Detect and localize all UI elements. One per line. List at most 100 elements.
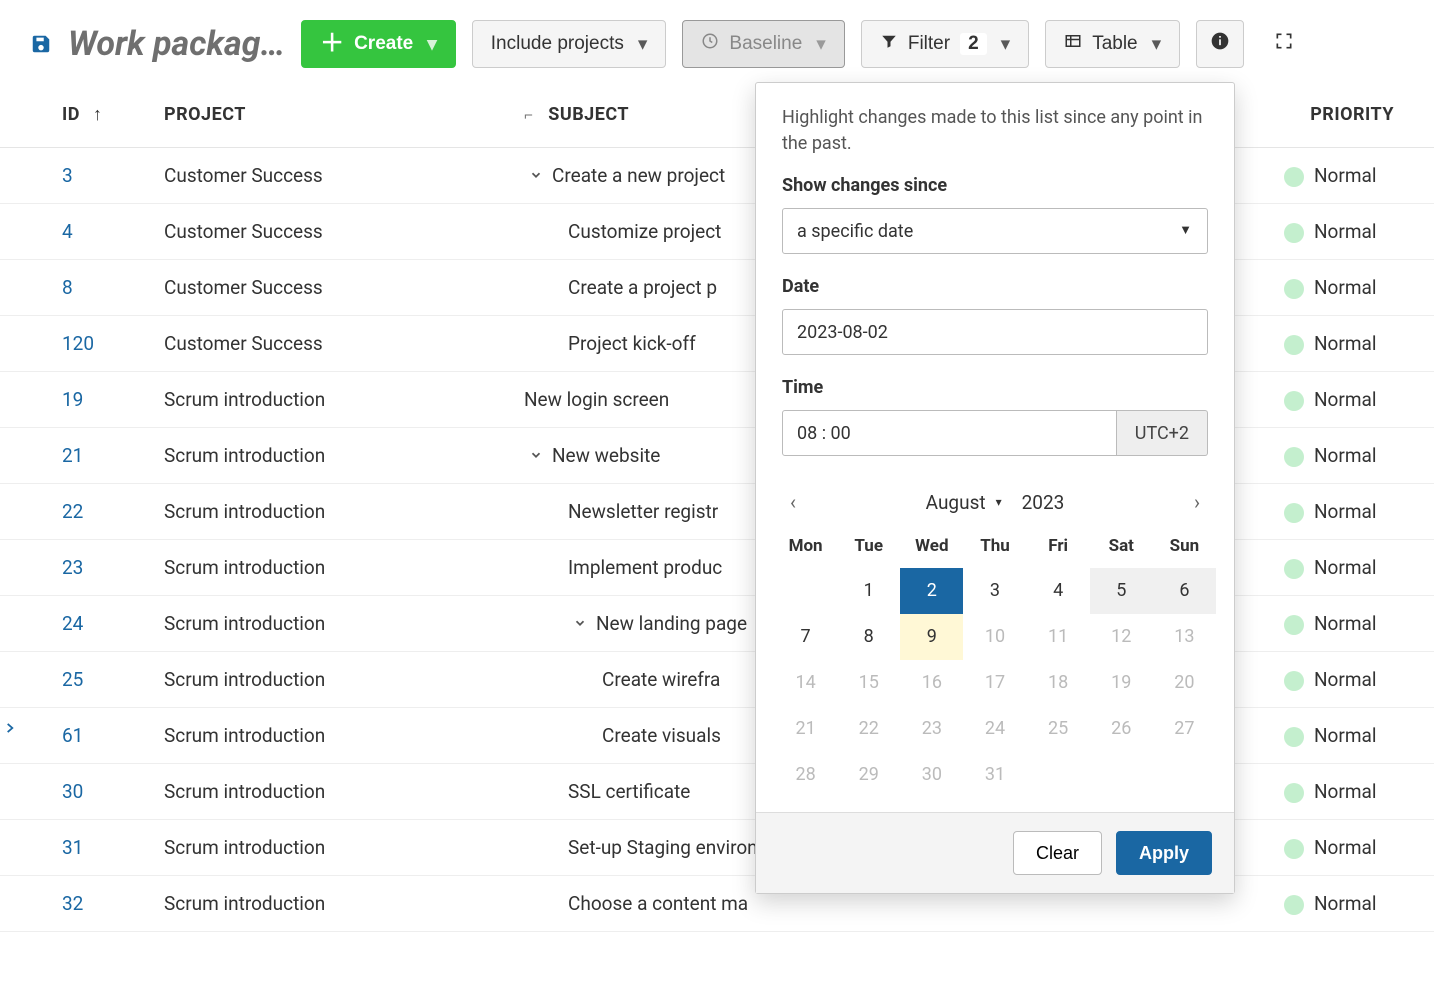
wp-priority: Normal [1284, 148, 1434, 204]
calendar-day[interactable]: 23 [900, 706, 963, 752]
priority-dot-icon [1284, 895, 1304, 915]
calendar-day[interactable]: 31 [963, 752, 1026, 798]
calendar-day[interactable]: 20 [1153, 660, 1216, 706]
calendar-dow: Fri [1027, 528, 1090, 568]
view-switcher-button[interactable]: Table ▾ [1045, 20, 1180, 68]
calendar-day[interactable]: 15 [837, 660, 900, 706]
col-priority-label: PRIORITY [1310, 104, 1394, 125]
calendar-day[interactable]: 8 [837, 614, 900, 660]
month-label: August [926, 491, 986, 514]
wp-id[interactable]: 25 [0, 652, 150, 708]
calendar-day[interactable]: 27 [1153, 706, 1216, 752]
priority-label: Normal [1314, 724, 1376, 747]
calendar-day[interactable]: 14 [774, 660, 837, 706]
calendar-day[interactable]: 25 [1027, 706, 1090, 752]
wp-id[interactable]: 8 [0, 260, 150, 316]
wp-id[interactable]: 22 [0, 484, 150, 540]
calendar-dow: Sat [1090, 528, 1153, 568]
row-expander[interactable] [524, 444, 548, 467]
apply-button[interactable]: Apply [1116, 831, 1212, 875]
table-icon [1064, 32, 1082, 56]
since-select[interactable]: a specific date [782, 208, 1208, 254]
calendar-day[interactable]: 29 [837, 752, 900, 798]
calendar-day[interactable]: 9 [900, 614, 963, 660]
wp-id[interactable]: 24 [0, 596, 150, 652]
time-label: Time [782, 377, 1208, 398]
calendar-day[interactable]: 17 [963, 660, 1026, 706]
info-button[interactable] [1196, 20, 1244, 68]
month-select[interactable]: August ▾ [926, 491, 1002, 514]
calendar-day[interactable]: 19 [1090, 660, 1153, 706]
row-expander[interactable] [568, 612, 592, 635]
calendar-day[interactable]: 12 [1090, 614, 1153, 660]
include-projects-label: Include projects [491, 33, 624, 55]
date-input[interactable] [782, 309, 1208, 355]
prev-month-button[interactable]: ‹ [778, 490, 808, 514]
wp-id[interactable]: 23 [0, 540, 150, 596]
calendar-day[interactable]: 10 [963, 614, 1026, 660]
wp-id[interactable]: 30 [0, 764, 150, 820]
wp-project: Scrum introduction [150, 876, 510, 932]
col-id-label: ID [62, 104, 80, 125]
calendar-day[interactable]: 11 [1027, 614, 1090, 660]
wp-id[interactable]: 21 [0, 428, 150, 484]
filter-button[interactable]: Filter 2 ▾ [861, 20, 1029, 68]
date-label: Date [782, 276, 1208, 297]
calendar-dow: Tue [837, 528, 900, 568]
calendar-day[interactable]: 7 [774, 614, 837, 660]
next-month-button[interactable]: › [1182, 490, 1212, 514]
wp-id[interactable]: 19 [0, 372, 150, 428]
page-title: Work packag… [68, 24, 285, 64]
calendar-day[interactable]: 13 [1153, 614, 1216, 660]
wp-priority: Normal [1284, 372, 1434, 428]
wp-id[interactable]: 3 [0, 148, 150, 204]
calendar-day[interactable]: 1 [837, 568, 900, 614]
calendar-day[interactable]: 24 [963, 706, 1026, 752]
priority-label: Normal [1314, 388, 1376, 411]
calendar-day[interactable]: 3 [963, 568, 1026, 614]
priority-label: Normal [1314, 612, 1376, 635]
col-id[interactable]: ID ↑ [0, 84, 150, 148]
wp-subject-text: SSL certificate [568, 780, 690, 803]
calendar-day[interactable]: 5 [1090, 568, 1153, 614]
time-input[interactable] [782, 410, 1117, 456]
clear-button[interactable]: Clear [1013, 831, 1102, 875]
create-button[interactable]: ＋ Create ▾ [301, 20, 456, 68]
include-projects-button[interactable]: Include projects ▾ [472, 20, 667, 68]
col-priority[interactable]: PRIORITY [1284, 84, 1434, 148]
priority-dot-icon [1284, 391, 1304, 411]
calendar-day[interactable]: 22 [837, 706, 900, 752]
fullscreen-icon [1274, 31, 1294, 57]
calendar-day[interactable]: 16 [900, 660, 963, 706]
calendar-day[interactable]: 6 [1153, 568, 1216, 614]
priority-label: Normal [1314, 276, 1376, 299]
calendar-day[interactable]: 28 [774, 752, 837, 798]
row-expander[interactable] [524, 164, 548, 187]
calendar-day[interactable]: 30 [900, 752, 963, 798]
wp-id[interactable]: 4 [0, 204, 150, 260]
chevron-down-icon: ▾ [816, 33, 826, 56]
col-project[interactable]: PROJECT [150, 84, 510, 148]
wp-id[interactable]: 32 [0, 876, 150, 932]
fullscreen-button[interactable] [1260, 20, 1308, 68]
chevron-down-icon: ▾ [638, 33, 648, 56]
calendar-day[interactable]: 18 [1027, 660, 1090, 706]
chevron-down-icon: ▾ [427, 33, 437, 56]
chevron-down-icon: ▾ [996, 495, 1002, 509]
wp-id[interactable]: 61 [0, 708, 150, 764]
wp-project: Scrum introduction [150, 764, 510, 820]
wp-id[interactable]: 120 [0, 316, 150, 372]
priority-label: Normal [1314, 332, 1376, 355]
calendar-day[interactable]: 26 [1090, 706, 1153, 752]
wp-id[interactable]: 31 [0, 820, 150, 876]
calendar-day[interactable]: 2 [900, 568, 963, 614]
calendar-day[interactable]: 21 [774, 706, 837, 752]
year-label[interactable]: 2023 [1022, 491, 1065, 514]
side-expand-handle[interactable] [3, 720, 17, 739]
calendar-day[interactable]: 4 [1027, 568, 1090, 614]
priority-dot-icon [1284, 783, 1304, 803]
baseline-button[interactable]: Baseline ▾ [682, 20, 844, 68]
save-icon[interactable] [30, 33, 52, 55]
wp-project: Customer Success [150, 204, 510, 260]
toolbar: Work packag… ＋ Create ▾ Include projects… [0, 0, 1434, 84]
